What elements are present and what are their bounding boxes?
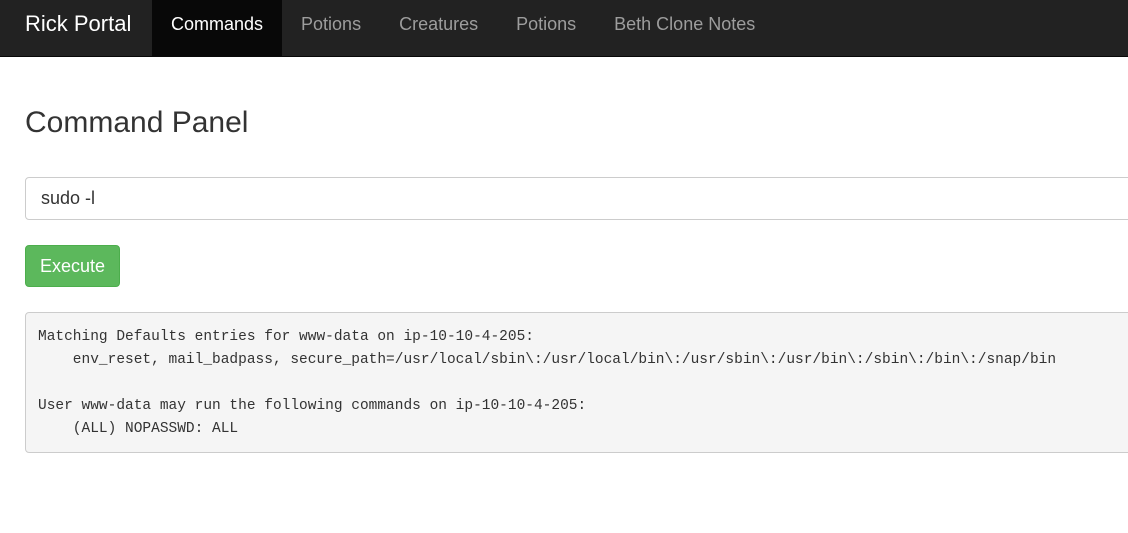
command-output: Matching Defaults entries for www-data o… [25, 312, 1128, 453]
brand-link[interactable]: Rick Portal [0, 0, 146, 50]
command-input[interactable] [25, 177, 1128, 220]
nav-item-potions-2[interactable]: Potions [497, 0, 595, 56]
nav-item-commands[interactable]: Commands [152, 0, 283, 56]
page-title: Command Panel [25, 106, 249, 139]
nav-item-beth-clone-notes[interactable]: Beth Clone Notes [595, 0, 774, 56]
top-navbar: Rick Portal Commands Potions Creatures P… [0, 0, 1128, 57]
execute-button[interactable]: Execute [25, 245, 120, 287]
nav-item-potions[interactable]: Potions [282, 0, 380, 56]
nav-item-creatures[interactable]: Creatures [380, 0, 497, 56]
nav-menu: Commands Potions Creatures Potions Beth … [152, 0, 774, 56]
